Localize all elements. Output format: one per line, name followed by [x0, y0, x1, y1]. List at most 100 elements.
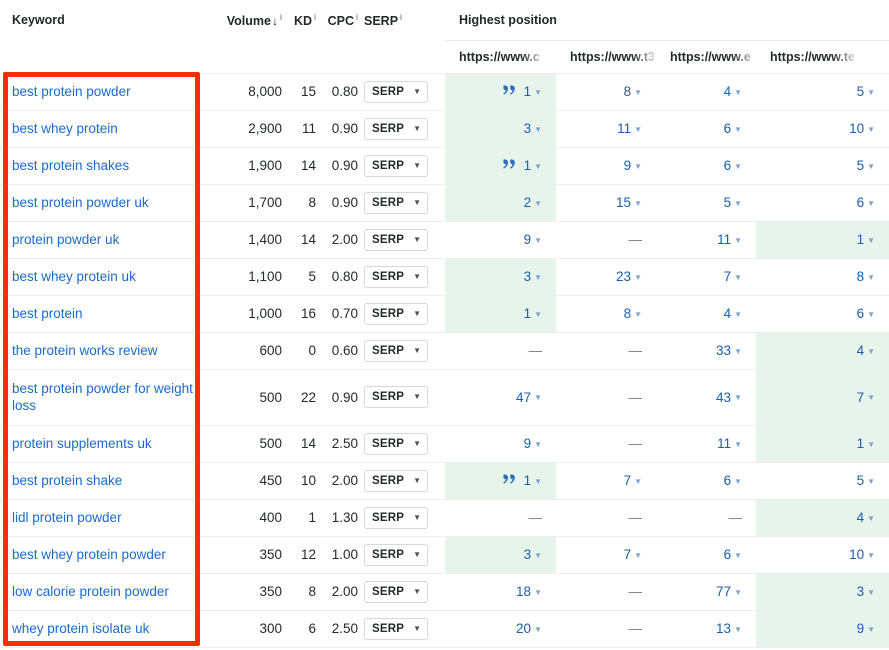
chevron-down-icon: ▼: [413, 625, 421, 633]
position-value-wrap[interactable]: 4▼: [724, 306, 742, 321]
position-value-wrap[interactable]: 10▼: [849, 121, 875, 136]
column-header-cpc[interactable]: CPCi: [318, 0, 360, 40]
position-value-wrap[interactable]: 5▼: [857, 84, 875, 99]
position-value-wrap[interactable]: 20▼: [516, 621, 542, 636]
cpc-cell: 0.90: [318, 369, 360, 425]
info-icon-kd[interactable]: i: [314, 12, 316, 22]
keyword-link[interactable]: best protein shakes: [12, 157, 129, 174]
position-value-wrap[interactable]: 11▼: [717, 436, 742, 451]
position-value-wrap[interactable]: 7▼: [724, 269, 742, 284]
keyword-link[interactable]: protein supplements uk: [12, 435, 152, 452]
serp-dropdown-button[interactable]: SERP▼: [364, 507, 428, 529]
info-icon-cpc[interactable]: i: [356, 12, 358, 22]
position-value-wrap[interactable]: 77▼: [716, 584, 742, 599]
position-value-wrap[interactable]: 7▼: [624, 473, 642, 488]
keyword-link[interactable]: low calorie protein powder: [12, 583, 169, 600]
keyword-link[interactable]: the protein works review: [12, 342, 158, 359]
position-value-wrap[interactable]: 6▼: [724, 473, 742, 488]
position-value-wrap[interactable]: 5▼: [724, 195, 742, 210]
position-value-wrap[interactable]: 15▼: [616, 195, 642, 210]
position-value-wrap[interactable]: 3▼: [524, 547, 542, 562]
position-value-wrap[interactable]: 18▼: [516, 584, 542, 599]
position-value-wrap[interactable]: 3▼: [524, 269, 542, 284]
info-icon-serp[interactable]: i: [400, 12, 402, 22]
serp-dropdown-button[interactable]: SERP▼: [364, 303, 428, 325]
position-value-wrap[interactable]: 11▼: [717, 232, 742, 247]
column-header-url-1[interactable]: https://www.c: [445, 40, 556, 73]
keyword-link[interactable]: best protein powder for weight loss: [12, 380, 208, 414]
keyword-link[interactable]: best whey protein: [12, 120, 118, 137]
chevron-down-icon: ▼: [534, 200, 542, 208]
serp-dropdown-button[interactable]: SERP▼: [364, 81, 428, 103]
position-value-wrap[interactable]: 6▼: [857, 306, 875, 321]
position-value-wrap[interactable]: 9▼: [857, 621, 875, 636]
serp-dropdown-button[interactable]: SERP▼: [364, 340, 428, 362]
position-value-wrap[interactable]: 3▼: [857, 584, 875, 599]
serp-dropdown-button[interactable]: SERP▼: [364, 618, 428, 640]
keyword-link[interactable]: whey protein isolate uk: [12, 620, 149, 637]
position-value-wrap[interactable]: 13▼: [716, 621, 742, 636]
position-value-wrap[interactable]: 1▼: [857, 436, 875, 451]
serp-dropdown-button[interactable]: SERP▼: [364, 192, 428, 214]
position-value-wrap[interactable]: 5▼: [857, 473, 875, 488]
position-value-wrap[interactable]: 9▼: [524, 436, 542, 451]
keyword-link[interactable]: best protein powder: [12, 83, 131, 100]
serp-dropdown-button[interactable]: SERP▼: [364, 229, 428, 251]
position-value-wrap[interactable]: 8▼: [857, 269, 875, 284]
position-value-wrap[interactable]: 1▼: [503, 158, 542, 173]
position-value-wrap[interactable]: 4▼: [857, 343, 875, 358]
chevron-down-icon: ▼: [413, 514, 421, 522]
serp-dropdown-button[interactable]: SERP▼: [364, 155, 428, 177]
position-value-wrap[interactable]: 1▼: [857, 232, 875, 247]
position-value-wrap[interactable]: 8▼: [624, 306, 642, 321]
column-header-kd[interactable]: KDi: [284, 0, 318, 40]
keyword-link[interactable]: protein powder uk: [12, 231, 119, 248]
position-value-wrap[interactable]: 6▼: [724, 121, 742, 136]
keyword-link[interactable]: best protein: [12, 305, 83, 322]
position-value-wrap[interactable]: 23▼: [616, 269, 642, 284]
position-value-wrap[interactable]: 4▼: [857, 510, 875, 525]
position-value-wrap[interactable]: 4▼: [724, 84, 742, 99]
column-header-url-2[interactable]: https://www.t3: [556, 40, 656, 73]
position-value-wrap[interactable]: 5▼: [857, 158, 875, 173]
position-value-wrap[interactable]: 6▼: [857, 195, 875, 210]
serp-dropdown-button[interactable]: SERP▼: [364, 544, 428, 566]
serp-dropdown-button[interactable]: SERP▼: [364, 118, 428, 140]
position-value-wrap[interactable]: 8▼: [624, 84, 642, 99]
position-value-wrap[interactable]: 7▼: [857, 390, 875, 405]
column-header-url-4[interactable]: https://www.te: [756, 40, 889, 73]
keyword-link[interactable]: best whey protein powder: [12, 546, 166, 563]
position-value-wrap[interactable]: 43▼: [716, 390, 742, 405]
position-value-wrap[interactable]: 1▼: [503, 473, 542, 488]
keyword-link[interactable]: best whey protein uk: [12, 268, 136, 285]
position-value-wrap[interactable]: 1▼: [503, 84, 542, 99]
chevron-down-icon: ▼: [634, 163, 642, 171]
keyword-link[interactable]: best protein shake: [12, 472, 122, 489]
column-header-volume[interactable]: Volume↓i: [208, 0, 284, 40]
serp-dropdown-button[interactable]: SERP▼: [364, 470, 428, 492]
table-row: best protein powder8,000150.80SERP▼1▼8▼4…: [0, 73, 889, 110]
position-value-wrap[interactable]: 3▼: [524, 121, 542, 136]
position-value-wrap[interactable]: 47▼: [516, 390, 542, 405]
serp-dropdown-button[interactable]: SERP▼: [364, 433, 428, 455]
position-value-wrap[interactable]: 11▼: [617, 121, 642, 136]
column-header-serp[interactable]: SERPi: [360, 0, 445, 40]
position-value-wrap[interactable]: 6▼: [724, 547, 742, 562]
position-value-wrap[interactable]: 9▼: [624, 158, 642, 173]
keyword-link[interactable]: best protein powder uk: [12, 194, 149, 211]
position-value-wrap[interactable]: 7▼: [624, 547, 642, 562]
keyword-link[interactable]: lidl protein powder: [12, 509, 122, 526]
column-header-url-3[interactable]: https://www.e: [656, 40, 756, 73]
position-value-wrap[interactable]: 10▼: [849, 547, 875, 562]
position-value-wrap[interactable]: 9▼: [524, 232, 542, 247]
position-value-wrap[interactable]: 2▼: [524, 195, 542, 210]
info-icon-volume[interactable]: i: [280, 12, 282, 22]
serp-dropdown-button[interactable]: SERP▼: [364, 386, 428, 408]
column-header-keyword[interactable]: Keyword: [0, 0, 208, 40]
serp-dropdown-button[interactable]: SERP▼: [364, 266, 428, 288]
sort-descending-icon[interactable]: ↓: [272, 14, 278, 28]
position-value-wrap[interactable]: 33▼: [716, 343, 742, 358]
serp-dropdown-button[interactable]: SERP▼: [364, 581, 428, 603]
position-value-wrap[interactable]: 1▼: [524, 306, 542, 321]
position-value-wrap[interactable]: 6▼: [724, 158, 742, 173]
